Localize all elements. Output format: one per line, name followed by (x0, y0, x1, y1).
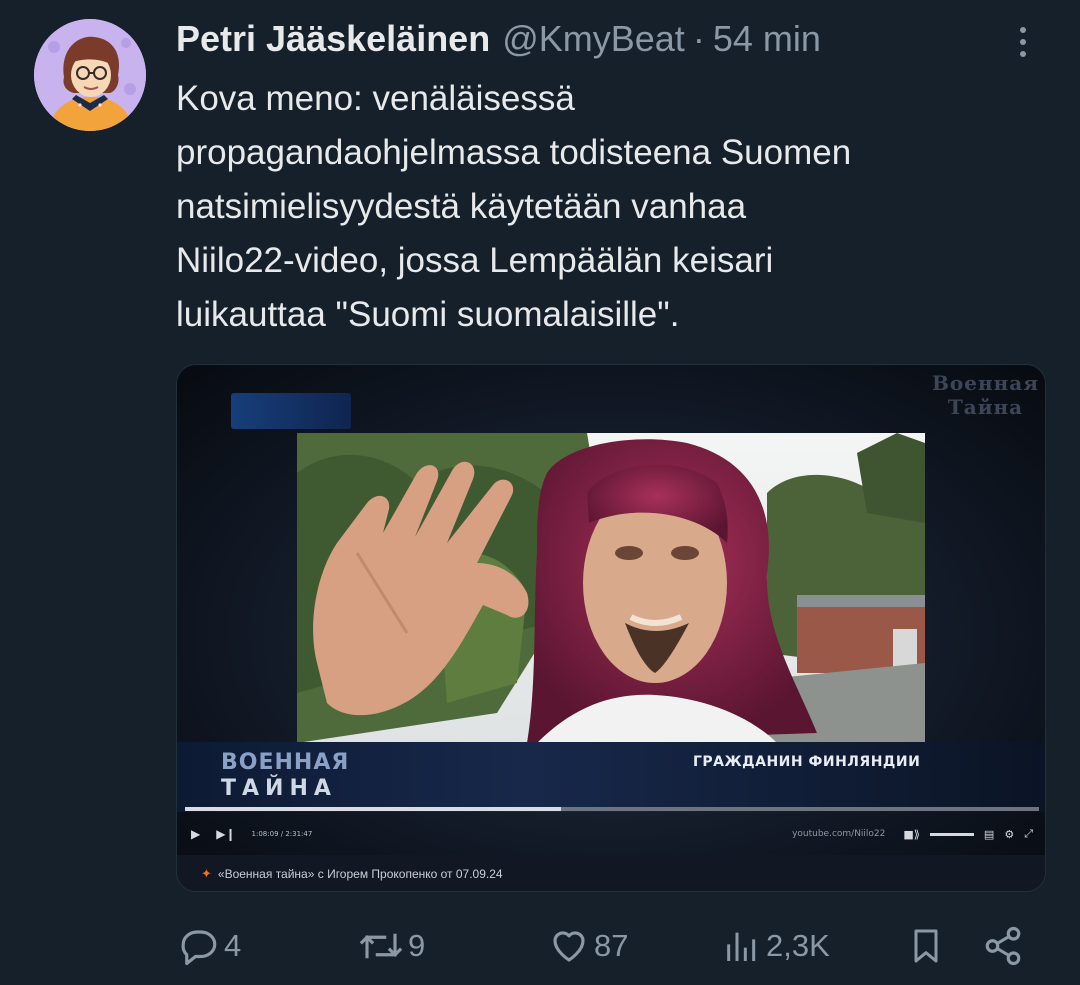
views-button[interactable]: 2,3K (722, 918, 830, 974)
reply-icon (181, 930, 217, 966)
author-handle[interactable]: @KmyBeat (502, 18, 685, 60)
video-controls-right: youtube.com/Niilo22 ■⟫ ▤ ⚙ ⤢ (792, 827, 1033, 841)
tweet-timestamp[interactable]: 54 min (713, 18, 821, 60)
action-bar: 4 9 87 2,3K (0, 918, 1080, 974)
views-count: 2,3K (766, 928, 830, 963)
fullscreen-icon[interactable]: ⤢ (1024, 827, 1033, 841)
settings-icon[interactable]: ⚙ (1004, 828, 1014, 841)
repost-button[interactable]: 9 (358, 918, 425, 974)
video-frame (297, 433, 925, 743)
reply-count: 4 (224, 928, 242, 963)
video-controls: ▶ ▶❙ 1:08:09 / 2:31:47 youtube.com/Niilo… (177, 813, 1045, 855)
share-icon (985, 926, 1021, 966)
video-time: 1:08:09 / 2:31:47 (251, 830, 313, 838)
video-progress-bar[interactable] (185, 807, 1039, 811)
source-text: «Военная тайна» с Игорем Прокопенко от 0… (217, 867, 503, 881)
avatar[interactable] (34, 19, 146, 131)
lower-third-banner: ВОЕННАЯ ТАЙНА ГРАЖДАНИН ФИНЛЯНДИИ (177, 742, 1045, 812)
subtitles-icon[interactable]: ▤ (984, 828, 994, 841)
youtube-credit: youtube.com/Niilo22 (792, 829, 886, 839)
repost-count: 9 (408, 928, 426, 963)
show-title: ВОЕННАЯ ТАЙНА (221, 750, 350, 801)
video-progress-fill (185, 807, 561, 811)
video-caption: ГРАЖДАНИН ФИНЛЯНДИИ (693, 754, 921, 770)
video-frame-illustration (297, 433, 925, 743)
volume-slider[interactable] (929, 832, 974, 836)
next-icon[interactable]: ▶❙ (216, 827, 235, 841)
flame-icon: ✦ (201, 866, 212, 881)
share-button[interactable] (982, 918, 1024, 974)
source-line: ✦ «Военная тайна» с Игорем Прокопенко от… (177, 855, 1045, 891)
repost-icon (359, 933, 403, 959)
tweet-text-line: propagandaohjelmassa todisteena Suomen (176, 133, 852, 172)
channel-watermark: Военная Тайна (932, 371, 1039, 419)
avatar-illustration (34, 19, 146, 131)
tweet-text-line: Niilo22-video, jossa Lempäälän keisari (176, 241, 774, 280)
tweet-header: Petri Jääskeläinen @KmyBeat · 54 min (176, 14, 821, 64)
media-image[interactable]: Военная Тайна ВОЕННАЯ ТАЙНА ГРАЖДАНИН ФИ… (176, 364, 1046, 892)
tweet-text-line: luikauttaa "Suomi suomalaisille". (176, 295, 680, 334)
play-icon[interactable]: ▶ (191, 827, 200, 841)
bookmark-icon (914, 929, 938, 963)
tweet: Petri Jääskeläinen @KmyBeat · 54 min Kov… (0, 0, 1080, 985)
tweet-text-line: natsimielisyydestä käytetään vanhaa (176, 187, 747, 226)
more-icon[interactable] (1008, 22, 1038, 62)
like-button[interactable]: 87 (548, 918, 628, 974)
reply-button[interactable]: 4 (178, 918, 241, 974)
tweet-text-line: Kova meno: venäläisessä (176, 79, 575, 118)
tweet-text: Kova meno: venäläisessä propagandaohjelm… (176, 72, 1056, 342)
promo-badge (231, 393, 351, 429)
like-count: 87 (594, 928, 629, 963)
views-icon (727, 932, 756, 961)
volume-icon[interactable]: ■⟫ (903, 828, 920, 841)
bookmark-button[interactable] (906, 918, 946, 974)
author-name[interactable]: Petri Jääskeläinen (176, 18, 490, 60)
heart-icon (553, 931, 585, 962)
separator: · (692, 18, 705, 59)
